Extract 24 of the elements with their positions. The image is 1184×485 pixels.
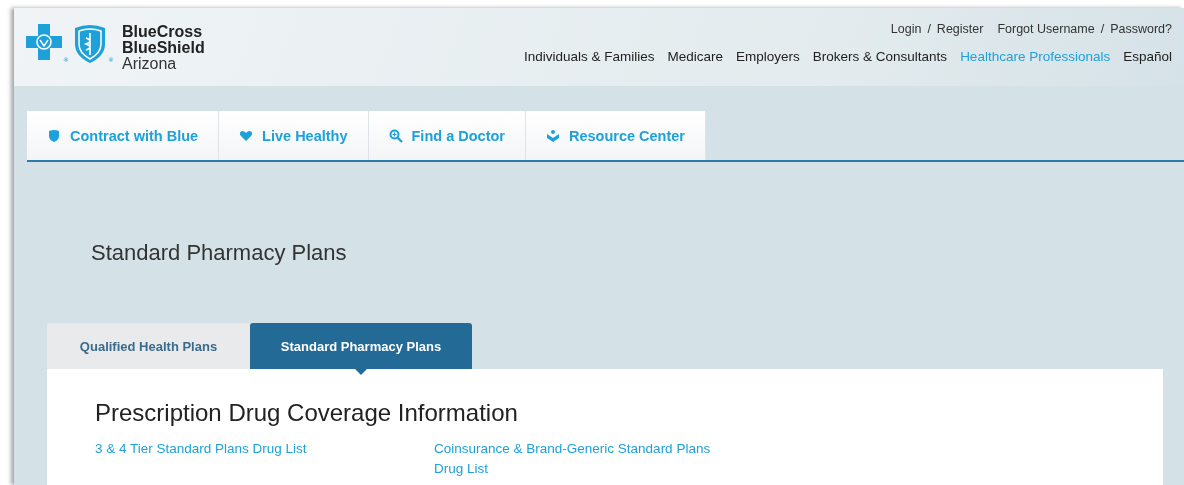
nav-link[interactable]: Individuals & Families bbox=[523, 49, 655, 64]
utility-link[interactable]: Password? bbox=[1110, 22, 1172, 36]
nav-link[interactable]: Employers bbox=[736, 49, 800, 64]
cross-logo-icon bbox=[26, 24, 62, 60]
page-title: Standard Pharmacy Plans bbox=[91, 240, 348, 266]
nav-link[interactable]: Brokers & Consultants bbox=[812, 49, 948, 64]
hands-icon bbox=[545, 128, 560, 143]
utility-link[interactable]: Register bbox=[936, 22, 984, 36]
heart-icon bbox=[239, 128, 254, 143]
logo-text: BlueCross bbox=[122, 24, 204, 40]
search-icon bbox=[388, 128, 403, 143]
utility-link[interactable]: Login bbox=[890, 22, 922, 36]
utility-link[interactable]: Forgot Username bbox=[997, 22, 1095, 36]
plan-tab[interactable]: Standard Pharmacy Plans bbox=[250, 323, 472, 369]
section-heading: Prescription Drug Coverage Information bbox=[95, 399, 519, 427]
separator: / bbox=[1100, 22, 1105, 36]
nav-link[interactable]: Medicare bbox=[667, 49, 724, 64]
shield-icon bbox=[47, 128, 61, 143]
logo-text: BlueShield bbox=[122, 40, 205, 56]
logo-text: Arizona bbox=[122, 56, 178, 72]
nav-link[interactable]: Español bbox=[1123, 49, 1172, 64]
shield-logo-icon bbox=[73, 24, 107, 64]
separator: / bbox=[927, 22, 931, 36]
plan-tab[interactable]: Qualified Health Plans bbox=[47, 323, 250, 369]
